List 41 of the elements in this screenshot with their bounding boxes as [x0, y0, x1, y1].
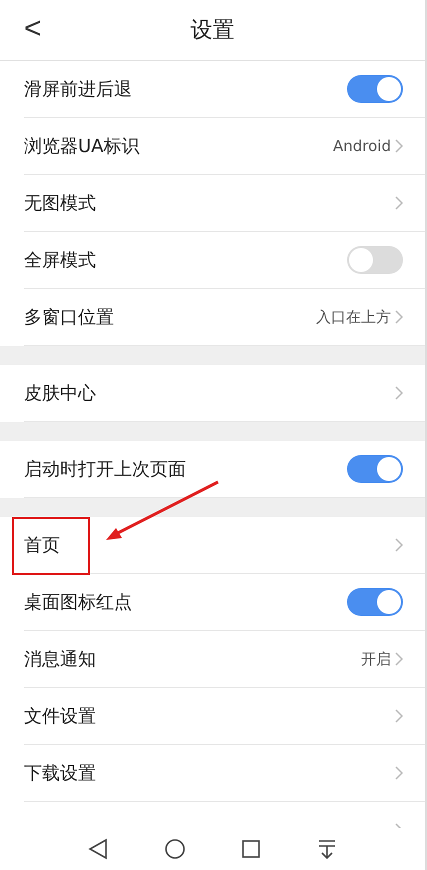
- row-label: 启动时打开上次页面: [24, 458, 187, 481]
- row-value: Android: [333, 137, 391, 155]
- row-label: 浏览器UA标识: [24, 135, 140, 158]
- home-icon[interactable]: [164, 838, 186, 860]
- chevron-icon: [395, 709, 403, 723]
- row-label: 全屏模式: [24, 249, 97, 272]
- row-label: 多窗口位置: [24, 306, 115, 329]
- settings-row[interactable]: 浏览器UA标识 Android: [24, 118, 425, 175]
- toggle-switch[interactable]: [347, 588, 403, 616]
- row-label: 消息通知: [24, 648, 97, 671]
- settings-row[interactable]: 消息通知 开启: [24, 631, 425, 688]
- settings-row[interactable]: 滑屏前进后退: [24, 61, 425, 118]
- page-title: 设置: [190, 17, 234, 45]
- toggle-switch[interactable]: [347, 75, 403, 103]
- back-icon[interactable]: [88, 838, 108, 860]
- row-value: 入口在上方: [316, 308, 391, 326]
- row-label: 首页: [24, 534, 61, 557]
- chevron-icon: [395, 139, 403, 153]
- chevron-icon: [395, 652, 403, 666]
- row-label: 无图模式: [24, 192, 97, 215]
- chevron-icon: [395, 538, 403, 552]
- settings-row[interactable]: 下载设置: [24, 745, 425, 802]
- row-value: 开启: [361, 650, 391, 668]
- chevron-icon: [395, 386, 403, 400]
- row-label: 滑屏前进后退: [24, 78, 133, 101]
- row-label: 下载设置: [24, 762, 97, 785]
- chevron-icon: [395, 766, 403, 780]
- settings-row[interactable]: 桌面图标红点: [24, 574, 425, 631]
- back-button[interactable]: <: [24, 14, 42, 44]
- settings-row[interactable]: 无图模式: [24, 175, 425, 232]
- toggle-switch[interactable]: [347, 246, 403, 274]
- settings-row[interactable]: 文件设置: [24, 688, 425, 745]
- settings-row[interactable]: 全屏模式: [24, 232, 425, 289]
- toggle-switch[interactable]: [347, 455, 403, 483]
- chevron-icon: [395, 310, 403, 324]
- row-label: 皮肤中心: [24, 382, 97, 405]
- chevron-icon: [395, 196, 403, 210]
- recents-icon[interactable]: [241, 839, 262, 859]
- download-icon[interactable]: [317, 838, 338, 860]
- row-label: 桌面图标红点: [24, 591, 133, 614]
- row-label: 文件设置: [24, 705, 97, 728]
